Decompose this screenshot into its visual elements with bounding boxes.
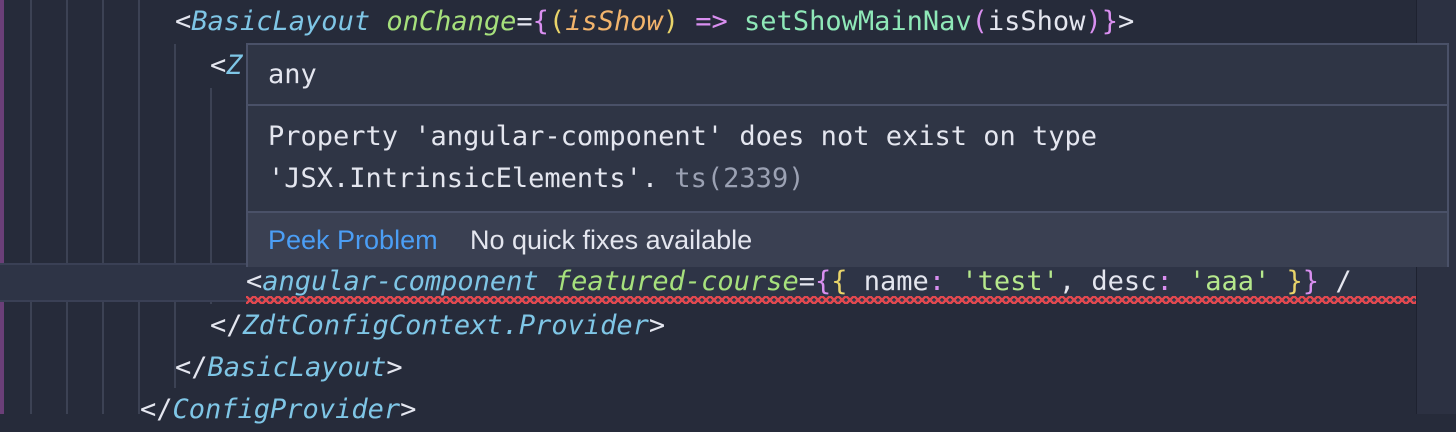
hover-actions-bar: Peek Problem No quick fixes available <box>248 213 1447 267</box>
error-squiggle[interactable] <box>246 296 1416 304</box>
error-message-line-1: Property 'angular-component' does not ex… <box>268 121 1098 152</box>
code-line-context-provider-open[interactable]: <Z <box>210 44 243 88</box>
argument: isShow <box>987 6 1086 37</box>
object-key: name <box>863 266 929 297</box>
tag-name: angular-component <box>262 266 539 297</box>
hover-type-section: any <box>248 45 1447 106</box>
bracket: > <box>1117 6 1135 37</box>
object-key: desc <box>1091 266 1157 297</box>
arrow: => <box>695 6 728 37</box>
indent-guide <box>30 0 32 414</box>
no-quick-fixes-text: No quick fixes available <box>470 225 753 255</box>
paren: ) <box>662 6 679 37</box>
tag-name: ZdtConfigContext.Provider <box>242 310 649 341</box>
indent-guide <box>66 0 68 414</box>
code-line-context-provider-close[interactable]: </ZdtConfigContext.Provider> <box>210 304 665 348</box>
brace: { <box>831 266 848 297</box>
bracket: > <box>386 352 403 383</box>
bracket: < <box>175 6 192 37</box>
colon: : <box>928 266 946 297</box>
tag-name: ConfigProvider <box>172 394 401 425</box>
hover-type-text: any <box>268 59 317 90</box>
equals: = <box>798 266 815 297</box>
indent-guide <box>174 44 176 388</box>
brace: { <box>532 6 549 37</box>
paren: ( <box>548 6 566 37</box>
indent-guide <box>138 0 140 414</box>
bracket: > <box>648 310 666 341</box>
string-value: 'aaa' <box>1188 266 1271 297</box>
hover-tooltip: any Property 'angular-component' does no… <box>246 43 1449 267</box>
error-message-line-2: 'JSX.IntrinsicElements'. ts(2339) <box>268 158 804 200</box>
colon: : <box>1156 266 1173 297</box>
peek-problem-link[interactable]: Peek Problem <box>268 222 438 258</box>
code-line-configprovider-close[interactable]: </ConfigProvider> <box>140 388 416 432</box>
string-value: 'test' <box>961 266 1059 297</box>
brace: } <box>1302 266 1320 297</box>
equals: = <box>516 6 533 37</box>
bracket: </ <box>210 310 243 341</box>
function-name: setShowMainNav <box>744 6 972 37</box>
code-line-basiclayout-close[interactable]: </BasicLayout> <box>175 346 403 390</box>
paren: ) <box>1085 6 1102 37</box>
tag-name: BasicLayout <box>207 352 387 383</box>
slash: / <box>1335 266 1352 297</box>
bracket: < <box>210 50 227 81</box>
attribute-name: featured-course <box>554 266 799 297</box>
bracket: < <box>246 266 263 297</box>
bracket: </ <box>175 352 208 383</box>
paren: ( <box>971 6 988 37</box>
tag-name: BasicLayout <box>191 6 371 37</box>
error-message-type: 'JSX.IntrinsicElements'. <box>268 163 659 194</box>
brace: { <box>814 266 832 297</box>
brace: } <box>1101 6 1118 37</box>
attribute-name: onChange <box>386 6 517 37</box>
editor-left-accent <box>0 0 4 414</box>
hover-error-message: Property 'angular-component' does not ex… <box>248 106 1447 213</box>
brace: } <box>1286 266 1303 297</box>
bracket: > <box>400 394 417 425</box>
bracket: </ <box>140 394 173 425</box>
code-line-basiclayout-open[interactable]: <BasicLayout onChange={(isShow) => setSh… <box>175 0 1134 44</box>
indent-guide <box>102 0 104 414</box>
error-code: ts(2339) <box>674 163 805 194</box>
parameter: isShow <box>565 6 663 37</box>
tag-name: Z <box>226 50 243 81</box>
comma: , <box>1058 266 1076 297</box>
